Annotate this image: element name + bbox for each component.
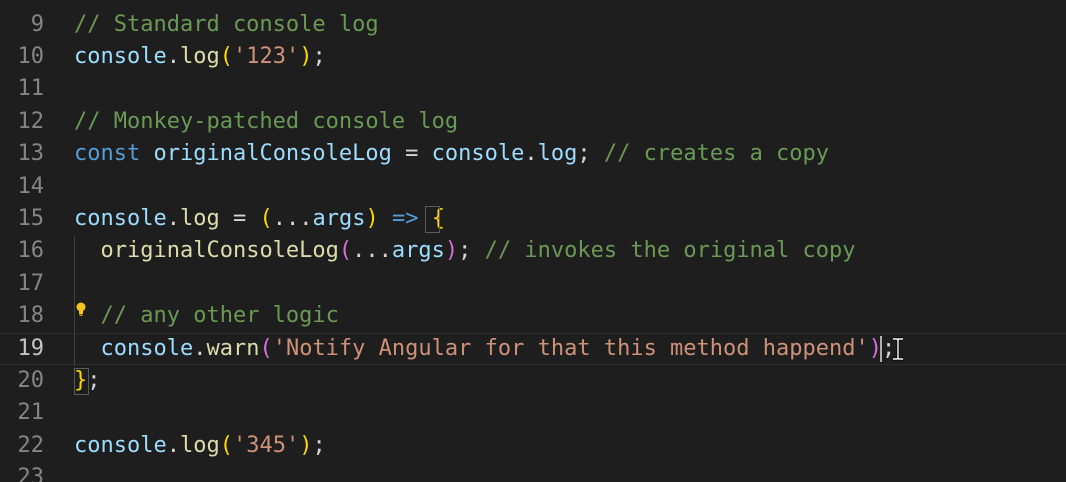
bracket-match-close [74,368,89,395]
code-line[interactable]: 21 [0,397,1066,429]
indent-guide [74,236,75,366]
code-line[interactable]: 9 // Standard console log [0,9,1066,41]
code-token: console [74,205,167,231]
code-token: ) [365,205,379,231]
code-line[interactable]: 12 // Monkey-patched console log [0,106,1066,138]
line-number: 15 [17,205,45,231]
code-text[interactable]: console.warn('Notify Angular for that th… [74,334,896,364]
code-token: warn [206,335,260,361]
ibeam-pointer-icon [893,337,903,361]
code-line[interactable]: 15 console.log = (...args) => { [0,203,1066,235]
line-number: 19 [17,335,45,361]
code-token: // invokes the original copy [484,238,856,264]
line-number: 11 [17,76,45,102]
code-token: originalConsoleLog [153,141,392,167]
code-token: ... [352,238,392,264]
code-line[interactable]: 20}; [0,365,1066,397]
code-token: // creates a copy [603,141,830,167]
code-line[interactable]: 19 console.warn('Notify Angular for that… [0,332,1066,365]
code-token: log [537,141,578,167]
code-token: ) [444,238,459,264]
line-number: 13 [17,141,45,167]
code-line[interactable]: 10 console.log('123'); [0,41,1066,73]
code-token: ... [272,205,313,231]
code-token: ; [458,238,485,264]
code-token: = [219,205,260,231]
line-number: 23 [17,465,45,482]
code-token: log [179,432,220,458]
line-number: 10 [17,43,45,69]
code-token: console [74,43,167,69]
line-number: 14 [17,173,45,199]
code-text[interactable]: const originalConsoleLog = console.log; … [74,138,829,170]
code-text[interactable]: // Standard console log [74,9,379,41]
line-number: 9 [30,11,44,37]
code-token: '123' [232,43,300,69]
code-text[interactable]: // any other logic [74,300,339,332]
code-token: ; [312,432,326,458]
code-token: ) [299,432,313,458]
code-token: ( [219,432,233,458]
code-text[interactable]: console.log = (...args) => { [74,203,445,235]
code-token: // Standard console log [74,11,379,37]
code-token: => [391,205,419,231]
code-token: ( [259,335,273,361]
code-token: console [100,335,194,361]
code-token: console [431,141,525,167]
line-number: 22 [17,432,45,458]
code-token: args [391,238,445,264]
code-token: 'Notify Angular for that this method hap… [272,335,869,361]
text-cursor [880,336,882,362]
code-token: const [74,141,154,167]
code-line[interactable]: 11 [0,73,1066,105]
code-token: = [391,141,432,167]
code-token: ( [219,43,233,69]
code-line[interactable]: 23 [0,462,1066,482]
code-text[interactable]: console.log('123'); [74,41,326,73]
code-token: . [166,205,180,231]
lightbulb-icon[interactable] [76,302,86,318]
code-token: args [312,205,366,231]
code-token: console [74,432,167,458]
line-number: 17 [17,270,45,296]
code-text[interactable]: // Monkey-patched console log [74,106,458,138]
code-token: . [193,335,207,361]
line-number: 18 [17,303,45,329]
line-number: 21 [17,400,45,426]
code-text[interactable]: originalConsoleLog(...args); // invokes … [74,235,856,267]
code-token: originalConsoleLog [100,238,339,264]
code-token: . [166,43,180,69]
code-line[interactable]: 13 const originalConsoleLog = console.log… [0,138,1066,170]
code-token: ( [259,205,273,231]
code-token: log [179,205,220,231]
code-line[interactable]: 22 console.log('345'); [0,430,1066,462]
code-token: ; [577,141,604,167]
code-token: // any other logic [100,303,339,329]
code-line[interactable]: 16 originalConsoleLog(...args); // invok… [0,235,1066,267]
code-line[interactable]: 17 [0,268,1066,300]
code-token: log [179,43,220,69]
code-token: ; [87,367,101,393]
code-editor[interactable]: 9// Standard console log 10 console.log('1… [0,0,1066,482]
code-token: // Monkey-patched console log [74,108,459,134]
code-text[interactable]: console.log('345'); [74,430,326,462]
code-token: '345' [232,432,300,458]
code-token: ; [312,43,326,69]
line-number: 12 [17,108,45,134]
code-token: . [166,432,180,458]
line-number: 16 [17,238,45,264]
code-line[interactable]: 18 // any other logic [0,300,1066,332]
code-token: ( [338,238,353,264]
code-token: ) [299,43,313,69]
line-number: 20 [17,367,45,393]
bracket-match-open [425,206,440,233]
code-token: . [524,141,538,167]
code-line[interactable]: 14 [0,171,1066,203]
